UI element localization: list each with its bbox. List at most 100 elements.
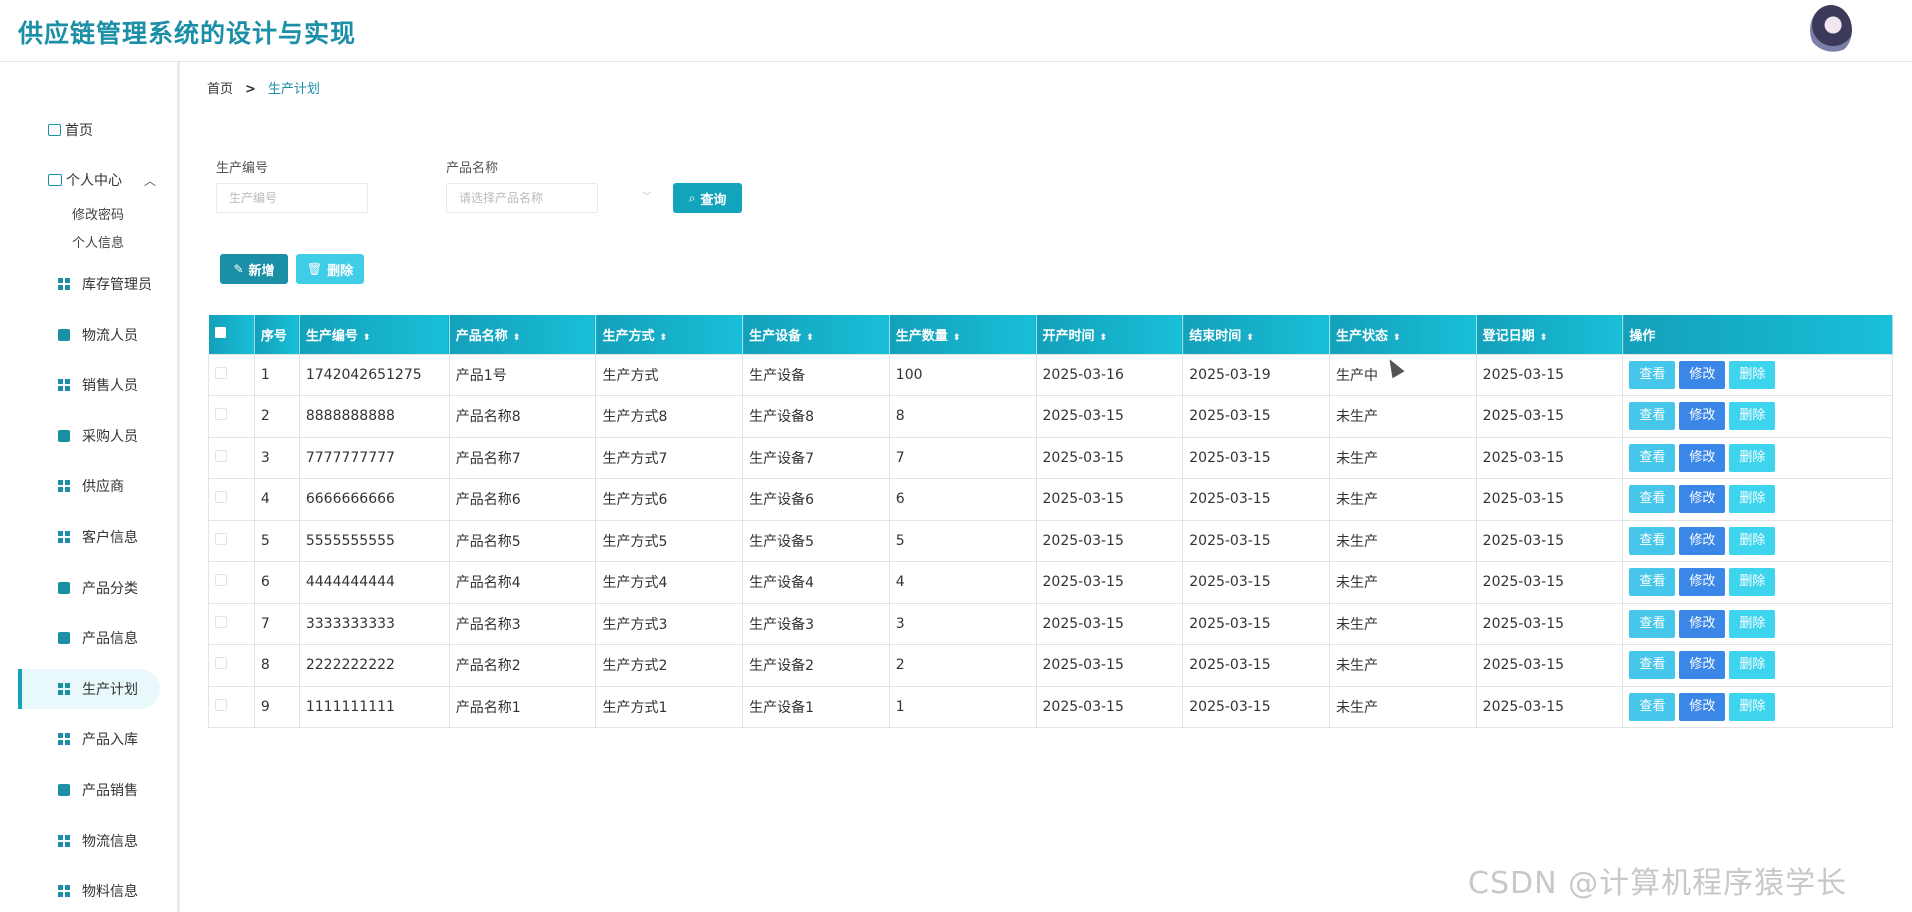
view-button[interactable]: 查看 [1629, 360, 1676, 389]
column-header[interactable]: 生产数量 ⬍ [889, 315, 1037, 354]
product-name-label: 产品名称 [446, 161, 499, 176]
edit-button[interactable]: 修改 [1679, 402, 1726, 431]
batch-delete-button[interactable]: 🗑 删除 [296, 254, 364, 284]
sort-icon[interactable]: ⬍ [1246, 333, 1254, 343]
view-button[interactable]: 查看 [1629, 568, 1676, 597]
edit-button[interactable]: 修改 [1679, 568, 1726, 597]
row-checkbox[interactable] [215, 491, 227, 504]
delete-button[interactable]: 删除 [1729, 526, 1776, 555]
row-checkbox[interactable] [215, 698, 227, 711]
trash-icon: 🗑 [306, 262, 323, 276]
sidebar-item-12[interactable]: 物流信息 [18, 821, 160, 861]
delete-button[interactable]: 删除 [1729, 360, 1776, 389]
column-header[interactable]: 生产方式 ⬍ [595, 315, 744, 354]
row-select-cell [208, 561, 255, 604]
row-checkbox[interactable] [215, 657, 227, 670]
edit-button[interactable]: 修改 [1679, 443, 1726, 472]
sort-icon[interactable]: ⬍ [806, 333, 814, 343]
table-cell: 生产设备8 [742, 395, 890, 438]
view-button[interactable]: 查看 [1629, 443, 1676, 472]
sidebar-item-13[interactable]: 物料信息 [18, 871, 160, 911]
sidebar-item-6[interactable]: 客户信息 [18, 517, 160, 557]
view-button[interactable]: 查看 [1629, 651, 1676, 680]
sidebar-item-label: 物流人员 [82, 327, 138, 344]
sort-icon[interactable]: ⬍ [1393, 333, 1401, 343]
sidebar-item-label: 销售人员 [82, 378, 138, 395]
code-input[interactable]: 生产编号 [216, 183, 368, 213]
table-cell: 生产设备1 [742, 685, 890, 728]
column-header[interactable]: 生产编号 ⬍ [299, 315, 450, 354]
sidebar-item-personal[interactable]: 个人中心 ︿ [48, 170, 156, 190]
table-cell: 4 [253, 478, 300, 521]
row-checkbox[interactable] [215, 615, 227, 628]
table-cell: 生产设备5 [742, 519, 890, 562]
sidebar-sub-profile[interactable]: 个人信息 [72, 232, 124, 251]
edit-button[interactable]: 修改 [1679, 485, 1726, 514]
view-button[interactable]: 查看 [1629, 609, 1676, 638]
delete-button[interactable]: 删除 [1729, 443, 1776, 472]
table-cell: 2025-03-15 [1475, 478, 1624, 521]
add-button[interactable]: ✎ 新增 [220, 254, 288, 284]
sidebar-item-1[interactable]: 库存管理员 [18, 264, 160, 304]
sort-icon[interactable]: ⬍ [363, 333, 371, 343]
sort-icon[interactable]: ⬍ [1100, 333, 1108, 343]
table-cell: 未生产 [1329, 519, 1477, 562]
view-button[interactable]: 查看 [1629, 402, 1676, 431]
column-header[interactable]: 产品名称 ⬍ [449, 315, 597, 354]
sort-icon[interactable]: ⬍ [953, 333, 961, 343]
select-all-checkbox[interactable] [214, 326, 226, 338]
row-checkbox[interactable] [215, 449, 227, 462]
delete-button[interactable]: 删除 [1729, 692, 1776, 721]
row-checkbox[interactable] [215, 408, 227, 421]
table-cell: 2025-03-15 [1182, 395, 1330, 438]
avatar[interactable] [1810, 5, 1852, 55]
sidebar-sub-password[interactable]: 修改密码 [72, 204, 124, 223]
sidebar-item-3[interactable]: 销售人员 [18, 365, 160, 405]
column-header-label: 生产状态 [1336, 328, 1389, 344]
sidebar-item-label: 物流信息 [82, 833, 138, 850]
delete-button[interactable]: 删除 [1729, 568, 1776, 597]
sidebar-item-home[interactable]: 首页 [48, 120, 93, 140]
edit-button[interactable]: 修改 [1679, 360, 1726, 389]
edit-button[interactable]: 修改 [1679, 526, 1726, 555]
delete-button[interactable]: 删除 [1729, 485, 1776, 514]
view-button[interactable]: 查看 [1629, 485, 1676, 514]
sidebar-item-9[interactable]: 生产计划 [18, 668, 160, 709]
table-cell: 8 [253, 644, 300, 687]
row-checkbox[interactable] [215, 366, 227, 379]
breadcrumb-home[interactable]: 首页 [207, 82, 233, 97]
edit-button[interactable]: 修改 [1679, 692, 1726, 721]
sidebar-item-7[interactable]: 产品分类 [18, 568, 160, 608]
edit-button[interactable]: 修改 [1679, 609, 1726, 638]
table-cell: 生产中 [1329, 353, 1477, 396]
sidebar-item-5[interactable]: 供应商 [18, 466, 160, 506]
row-checkbox[interactable] [215, 574, 227, 587]
view-button[interactable]: 查看 [1629, 692, 1676, 721]
column-header-label: 开产时间 [1042, 328, 1095, 344]
sidebar-item-4[interactable]: 采购人员 [18, 416, 160, 456]
sort-icon[interactable]: ⬍ [513, 333, 521, 343]
table-cell: 生产设备6 [742, 478, 890, 521]
delete-button[interactable]: 删除 [1729, 609, 1776, 638]
edit-button[interactable]: 修改 [1679, 651, 1726, 680]
table-cell: 未生产 [1329, 395, 1477, 438]
sort-icon[interactable]: ⬍ [659, 333, 667, 343]
sidebar-item-10[interactable]: 产品入库 [18, 719, 160, 759]
delete-button[interactable]: 删除 [1729, 402, 1776, 431]
row-select-cell [208, 395, 255, 438]
sort-icon[interactable]: ⬍ [1540, 333, 1548, 343]
column-header[interactable]: 登记日期 ⬍ [1476, 315, 1624, 354]
column-header[interactable]: 开产时间 ⬍ [1036, 315, 1184, 354]
column-header[interactable]: 生产状态 ⬍ [1329, 315, 1477, 354]
sidebar-item-2[interactable]: 物流人员 [18, 315, 160, 355]
row-checkbox[interactable] [215, 532, 227, 545]
column-header[interactable]: 生产设备 ⬍ [742, 315, 890, 354]
query-button[interactable]: ⌕ 查询 [673, 183, 742, 213]
delete-button[interactable]: 删除 [1729, 651, 1776, 680]
product-name-select[interactable]: 请选择产品名称 [446, 183, 598, 213]
sidebar-item-8[interactable]: 产品信息 [18, 618, 160, 658]
view-button[interactable]: 查看 [1629, 526, 1676, 555]
sidebar-item-11[interactable]: 产品销售 [18, 770, 160, 810]
column-header[interactable]: 结束时间 ⬍ [1182, 315, 1330, 354]
table-cell: 产品名称1 [448, 685, 597, 728]
